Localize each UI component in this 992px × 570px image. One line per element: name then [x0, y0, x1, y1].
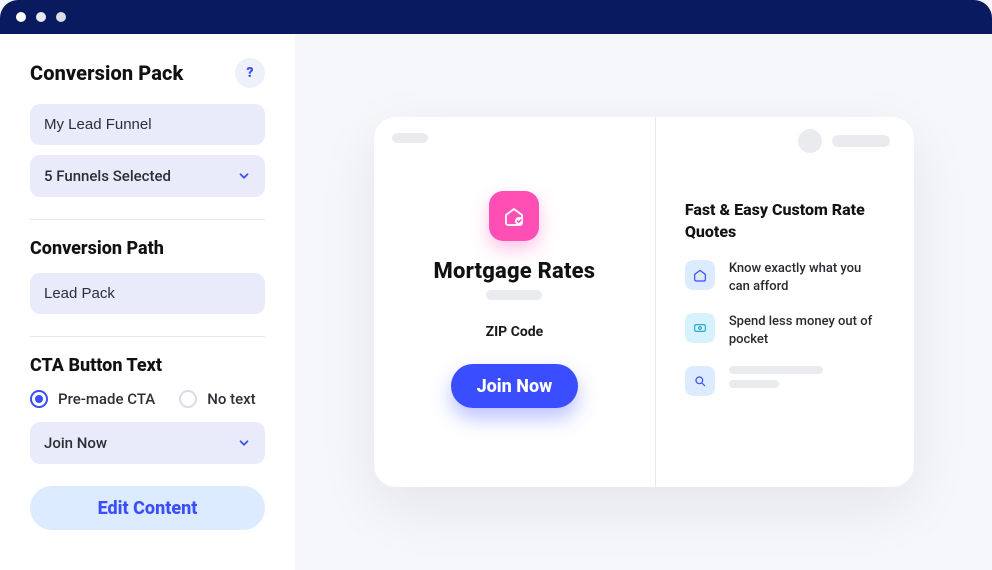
benefit-text: [729, 366, 823, 388]
radio-no-text[interactable]: No text: [179, 390, 255, 408]
help-icon: ?: [246, 65, 253, 81]
divider: [30, 336, 265, 337]
benefit-text: Know exactly what you can afford: [729, 260, 879, 295]
window-control-dot[interactable]: [16, 12, 26, 22]
chevron-down-icon: [237, 169, 251, 183]
preview-title: Mortgage Rates: [434, 259, 596, 284]
funnels-select[interactable]: 5 Funnels Selected: [30, 155, 265, 197]
chevron-down-icon: [237, 436, 251, 450]
benefit-text: Spend less money out of pocket: [729, 313, 879, 348]
app-frame: Conversion Pack ? 5 Funnels Selected Con…: [0, 34, 992, 570]
skeleton-line: [729, 366, 823, 374]
radio-label: Pre-made CTA: [58, 390, 155, 408]
preview-left: Mortgage Rates ZIP Code Join Now: [374, 117, 655, 487]
preview-right: Fast & Easy Custom Rate Quotes Know exac…: [655, 117, 914, 487]
section-title: Conversion Path: [30, 238, 265, 259]
radio-indicator-icon: [30, 390, 48, 408]
home-check-icon: [502, 204, 526, 228]
benefit-item: Spend less money out of pocket: [685, 313, 896, 348]
skeleton-line: [729, 380, 779, 388]
preview-sublabel: ZIP Code: [486, 324, 544, 340]
divider: [30, 219, 265, 220]
pack-name-input[interactable]: [30, 104, 265, 145]
radio-label: No text: [207, 390, 255, 408]
button-label: Edit Content: [98, 498, 198, 519]
section-title: Conversion Pack: [30, 61, 183, 85]
search-icon: [685, 366, 715, 396]
money-icon: [685, 313, 715, 343]
house-icon: [685, 260, 715, 290]
radio-indicator-icon: [179, 390, 197, 408]
help-button[interactable]: ?: [235, 58, 265, 88]
path-input[interactable]: [30, 273, 265, 314]
cta-select[interactable]: Join Now: [30, 422, 265, 464]
funnels-select-label: 5 Funnels Selected: [44, 167, 171, 185]
sidebar: Conversion Pack ? 5 Funnels Selected Con…: [0, 34, 296, 570]
benefit-item: Know exactly what you can afford: [685, 260, 896, 295]
preview-cta-button[interactable]: Join Now: [451, 364, 579, 408]
preview-heading: Fast & Easy Custom Rate Quotes: [685, 199, 885, 242]
feature-badge: [489, 191, 539, 241]
button-label: Join Now: [477, 376, 553, 397]
section-title: CTA Button Text: [30, 355, 265, 376]
benefit-item: [685, 366, 896, 396]
preview-stage: Mortgage Rates ZIP Code Join Now Fast & …: [296, 34, 992, 570]
cta-select-label: Join Now: [44, 434, 107, 452]
preview-card: Mortgage Rates ZIP Code Join Now Fast & …: [374, 117, 914, 487]
window-control-dot[interactable]: [56, 12, 66, 22]
edit-content-button[interactable]: Edit Content: [30, 486, 265, 530]
window-control-dot[interactable]: [36, 12, 46, 22]
titlebar: [0, 0, 992, 34]
section-conversion-pack-header: Conversion Pack ?: [30, 58, 265, 88]
radio-premade-cta[interactable]: Pre-made CTA: [30, 390, 155, 408]
skeleton-subtitle: [486, 290, 542, 300]
cta-radio-group: Pre-made CTA No text: [30, 390, 265, 408]
